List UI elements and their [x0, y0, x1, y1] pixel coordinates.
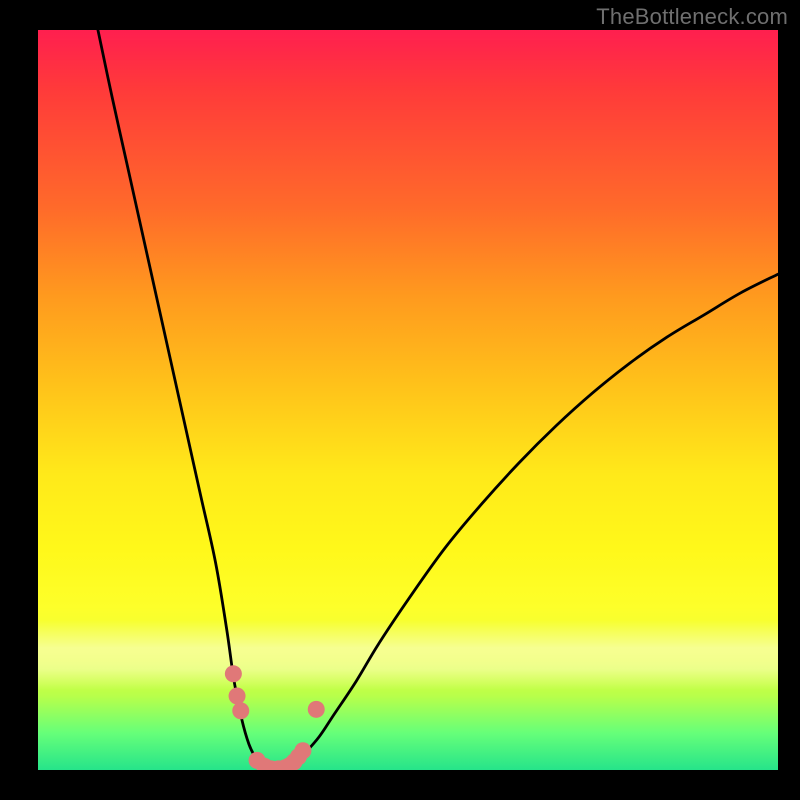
data-marker [232, 702, 249, 719]
watermark-text: TheBottleneck.com [596, 4, 788, 30]
bottleneck-curve [38, 30, 778, 770]
curve-left-branch [98, 30, 262, 766]
plot-area [38, 30, 778, 770]
data-marker [294, 742, 311, 759]
data-marker [229, 688, 246, 705]
data-marker [225, 665, 242, 682]
chart-frame: TheBottleneck.com [0, 0, 800, 800]
curve-right-branch [290, 274, 778, 766]
marker-group [225, 665, 325, 770]
data-marker [308, 701, 325, 718]
